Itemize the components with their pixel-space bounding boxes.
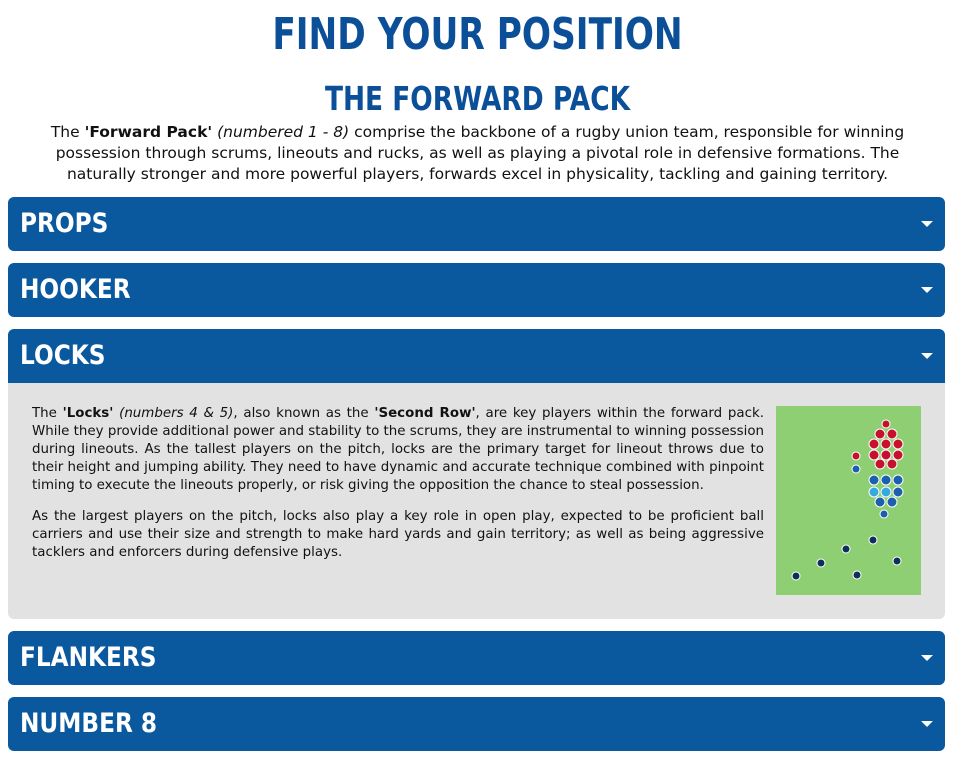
accordion-label: NUMBER 8 (20, 708, 158, 739)
accordion-props[interactable]: PROPS (8, 197, 945, 251)
page-title: FIND YOUR POSITION (272, 9, 683, 60)
accordion-locks[interactable]: LOCKS (8, 329, 945, 383)
accordion-label: FLANKERS (20, 642, 157, 673)
accordion-label: HOOKER (20, 274, 131, 305)
intro-bold: 'Forward Pack' (84, 123, 213, 141)
chevron-down-icon (921, 221, 933, 227)
chevron-down-icon (921, 287, 933, 293)
chevron-down-icon (921, 655, 933, 661)
locks-panel: The 'Locks' (numbers 4 & 5), also known … (8, 383, 945, 619)
accordion-label: PROPS (20, 208, 109, 239)
intro-italic: (numbered 1 - 8) (212, 123, 350, 141)
locks-paragraph-2: As the largest players on the pitch, loc… (32, 509, 764, 560)
intro-text: The 'Forward Pack' (numbered 1 - 8) comp… (50, 123, 905, 183)
accordion-label: LOCKS (20, 340, 106, 371)
locks-description: The 'Locks' (numbers 4 & 5), also known … (32, 405, 764, 575)
chevron-down-icon (921, 721, 933, 727)
lineout-diagram (776, 406, 921, 595)
accordion-flankers[interactable]: FLANKERS (8, 631, 945, 685)
chevron-down-icon (921, 353, 933, 359)
accordion-number-8[interactable]: NUMBER 8 (8, 697, 945, 751)
accordion-hooker[interactable]: HOOKER (8, 263, 945, 317)
locks-paragraph-1: The 'Locks' (numbers 4 & 5), also known … (32, 406, 764, 493)
section-title: THE FORWARD PACK (324, 79, 631, 118)
